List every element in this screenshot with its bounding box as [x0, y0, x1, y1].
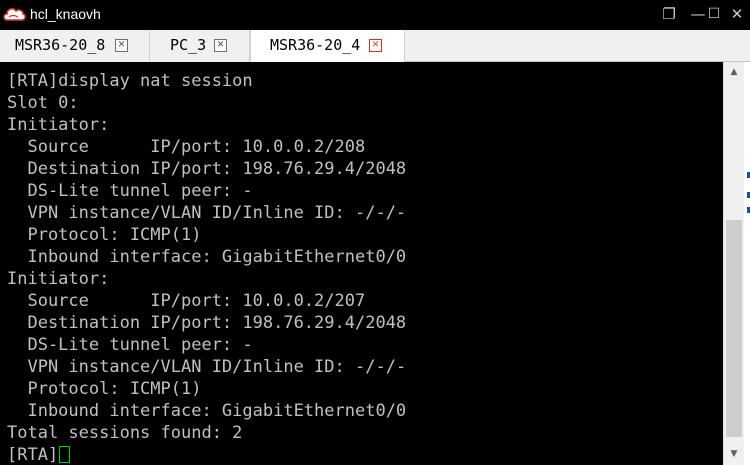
- terminal-prompt-line[interactable]: [RTA]: [7, 444, 71, 465]
- terminal-line: DS-Lite tunnel peer: -: [7, 335, 253, 355]
- app-window: hcl_knaovh ❐ — ☐ ✕ MSR36-20_8 ✕ PC_3 ✕ M…: [0, 0, 750, 465]
- terminal-line: Destination IP/port: 198.76.29.4/2048: [7, 313, 407, 333]
- terminal-line: Total sessions found: 2: [7, 423, 243, 443]
- tab-label: MSR36-20_4: [270, 36, 361, 54]
- terminal-line: Protocol: ICMP(1): [7, 225, 202, 245]
- tab-close-icon[interactable]: ✕: [115, 39, 128, 52]
- terminal-line: Initiator:: [7, 115, 110, 135]
- terminal-line: DS-Lite tunnel peer: -: [7, 181, 253, 201]
- terminal-line: Initiator:: [7, 269, 110, 289]
- tab-label: PC_3: [170, 36, 207, 54]
- terminal-line: Slot 0:: [7, 93, 79, 113]
- scrollbar-thumb[interactable]: [726, 220, 742, 437]
- vertical-scrollbar[interactable]: ▲ ▼: [723, 62, 744, 465]
- close-window-button[interactable]: ✕: [724, 2, 750, 26]
- terminal-line: VPN instance/VLAN ID/Inline ID: -/-/-: [7, 357, 407, 377]
- scroll-down-icon[interactable]: ▼: [724, 444, 744, 464]
- tab-msr36-20-4[interactable]: MSR36-20_4 ✕: [250, 30, 405, 63]
- terminal-line: VPN instance/VLAN ID/Inline ID: -/-/-: [7, 203, 407, 223]
- terminal-line: Protocol: ICMP(1): [7, 379, 202, 399]
- tab-bar: MSR36-20_8 ✕ PC_3 ✕ MSR36-20_4 ✕: [0, 30, 750, 63]
- window-title: hcl_knaovh: [30, 6, 101, 22]
- text-cursor: [59, 446, 71, 463]
- restore-icon[interactable]: ❐: [656, 2, 682, 26]
- tab-label: MSR36-20_8: [15, 36, 106, 54]
- cloud-logo-icon: [2, 6, 26, 22]
- tab-pc-3[interactable]: PC_3 ✕: [150, 30, 250, 62]
- terminal-prompt: [RTA]: [7, 445, 59, 465]
- terminal-line: Inbound interface: GigabitEthernet0/0: [7, 247, 407, 267]
- terminal-line: Source IP/port: 10.0.0.2/207: [7, 291, 366, 311]
- terminal-line: Destination IP/port: 198.76.29.4/2048: [7, 159, 407, 179]
- scroll-up-icon[interactable]: ▲: [724, 62, 744, 82]
- background-window-edge: [744, 62, 750, 465]
- title-bar[interactable]: hcl_knaovh ❐ — ☐ ✕: [0, 0, 750, 30]
- terminal-line: Source IP/port: 10.0.0.2/208: [7, 137, 366, 157]
- tab-msr36-20-8[interactable]: MSR36-20_8 ✕: [0, 30, 150, 62]
- terminal-line: [RTA]display nat session: [7, 71, 253, 91]
- tab-close-icon[interactable]: ✕: [369, 39, 382, 52]
- terminal-output[interactable]: [RTA]display nat session Slot 0: Initiat…: [0, 62, 723, 465]
- tab-close-icon[interactable]: ✕: [214, 39, 227, 52]
- terminal-line: Inbound interface: GigabitEthernet0/0: [7, 401, 407, 421]
